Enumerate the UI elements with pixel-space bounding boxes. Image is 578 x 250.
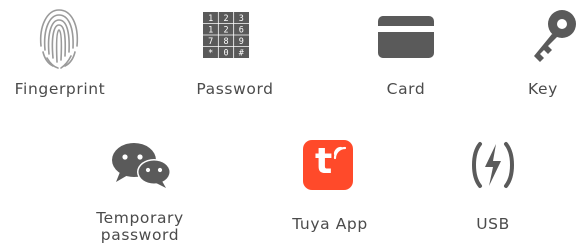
password-label: Password <box>196 80 274 98</box>
keypad-key: 2 <box>223 14 228 24</box>
usb-label: USB <box>476 215 510 233</box>
tuya-app-label: Tuya App <box>292 215 368 233</box>
keypad-key: 6 <box>239 26 244 36</box>
temporary-password-label-line1: Temporary <box>96 209 184 227</box>
card-icon <box>378 16 434 58</box>
signal-arcs-icon <box>333 146 347 160</box>
keypad-key: * <box>208 49 213 59</box>
fingerprint-label: Fingerprint <box>14 80 106 98</box>
keypad-key: 9 <box>239 37 244 47</box>
usb-power-icon <box>472 142 514 188</box>
card-label: Card <box>386 80 426 98</box>
keypad-key: 1 <box>208 26 213 36</box>
temporary-password-label-line2: password <box>100 226 180 244</box>
key-icon <box>534 10 576 62</box>
tuya-app-icon: t <box>303 140 353 190</box>
keypad-key: # <box>239 49 245 59</box>
key-label: Key <box>528 80 558 98</box>
fingerprint-icon <box>39 9 79 69</box>
keypad-key: 7 <box>208 37 213 47</box>
keypad-key: 0 <box>223 49 228 59</box>
keypad-key: 3 <box>239 14 244 24</box>
chat-icon <box>112 143 171 188</box>
tuya-app-letter: t <box>315 141 333 182</box>
keypad-key: 8 <box>223 37 228 47</box>
keypad-key: 1 <box>208 14 213 24</box>
keypad-icon: 1 2 3 1 2 6 7 8 9 * 0 # <box>203 12 249 58</box>
keypad-key: 2 <box>223 26 228 36</box>
temporary-password-label: Temporary password <box>80 210 200 244</box>
